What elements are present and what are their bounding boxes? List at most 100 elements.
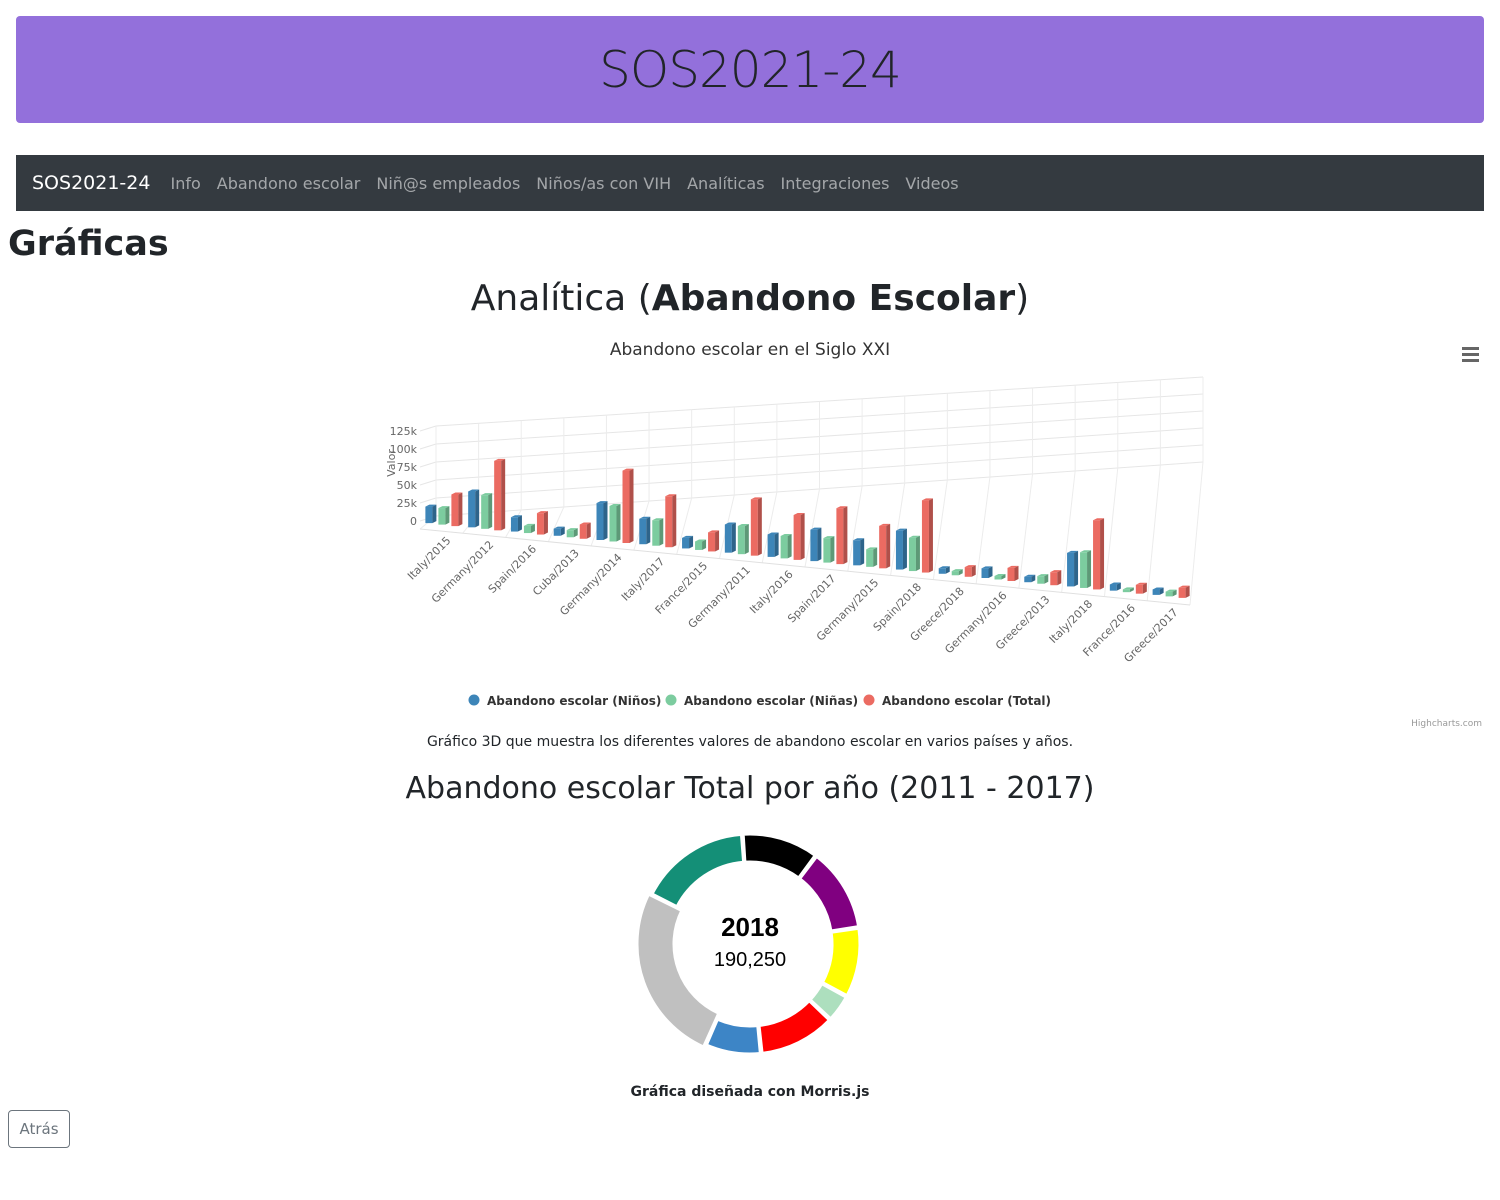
- section-title-prefix: Analítica (: [470, 278, 652, 319]
- bar-1: [1080, 550, 1092, 588]
- bar-1: [481, 493, 493, 529]
- gridline-side: [419, 497, 437, 504]
- nav-link-info[interactable]: Info: [170, 174, 200, 193]
- bar-0: [596, 501, 608, 540]
- bar-0: [810, 527, 822, 562]
- bar-1: [609, 504, 621, 542]
- bar-2: [1178, 585, 1190, 598]
- bar-0: [724, 522, 736, 553]
- donut-slice: [650, 832, 746, 909]
- bar-1: [695, 539, 707, 550]
- chart-description: Gráfico 3D que muestra los diferentes va…: [426, 734, 1074, 750]
- legend-item-1[interactable]: Abandono escolar (Niñas): [684, 694, 858, 708]
- bar-2: [793, 513, 805, 560]
- bar-1: [951, 569, 963, 576]
- bar-1: [780, 533, 792, 559]
- gridline-floor: [547, 506, 565, 542]
- banner-title: SOS2021-24: [599, 40, 902, 99]
- y-tick-label: 75k: [397, 461, 418, 474]
- bar-0: [468, 489, 480, 528]
- section-title-bold: Abandono Escolar: [651, 278, 1016, 319]
- bar-1: [994, 574, 1006, 580]
- legend-item-0[interactable]: Abandono escolar (Niños): [487, 694, 661, 708]
- y-tick-label: 25k: [397, 497, 418, 510]
- legend-marker-0: [468, 694, 480, 706]
- bar-1: [1165, 589, 1177, 597]
- gridline-side: [419, 425, 437, 432]
- legend-item-2[interactable]: Abandono escolar (Total): [882, 694, 1051, 708]
- donut-center-label: 2018: [721, 912, 779, 942]
- gridline-floor: [1103, 467, 1119, 597]
- x-tick-label: Italy/2018: [1047, 597, 1095, 645]
- highcharts-credits: Highcharts.com: [1411, 719, 1482, 729]
- bar-1: [908, 535, 920, 572]
- bar-2: [921, 498, 933, 573]
- chart-menu-icon[interactable]: [1462, 347, 1479, 362]
- bar-0: [981, 566, 993, 578]
- gridline-floor: [1146, 464, 1161, 601]
- gridline-floor: [1018, 473, 1034, 589]
- x-tick-label: Italy/2016: [747, 568, 795, 616]
- nav-link-videos[interactable]: Videos: [905, 174, 958, 193]
- bar-1: [566, 528, 578, 538]
- bar-2: [1093, 518, 1105, 590]
- bar-2: [1050, 570, 1062, 586]
- bar-1: [823, 536, 835, 563]
- bar-0: [895, 528, 907, 570]
- bar-0: [1067, 550, 1079, 587]
- bar-2: [964, 565, 976, 577]
- bar-1: [1122, 587, 1134, 593]
- navbar-brand[interactable]: SOS2021-24: [32, 172, 150, 194]
- bar-0: [767, 532, 779, 557]
- chart-title: Abandono escolar en el Siglo XXI: [610, 340, 890, 360]
- y-axis-title: Valor: [385, 449, 398, 477]
- nav-link-analiticas[interactable]: Analíticas: [687, 174, 764, 193]
- bar-1: [737, 524, 749, 555]
- gridline-side: [419, 443, 437, 450]
- y-tick-label: 125k: [390, 425, 418, 438]
- bar-0: [510, 515, 522, 532]
- gridline-side: [419, 461, 437, 468]
- donut-slice: [797, 854, 861, 933]
- bar-1: [523, 523, 535, 534]
- donut-slice: [635, 892, 721, 1049]
- bar-1: [652, 518, 664, 546]
- bar-0: [425, 504, 437, 524]
- bar-2: [750, 497, 762, 556]
- nav-link-integraciones[interactable]: Integraciones: [781, 174, 890, 193]
- bar-2: [451, 492, 463, 527]
- bar-1: [1037, 574, 1049, 584]
- back-button[interactable]: Atrás: [8, 1110, 70, 1148]
- bar-0: [639, 516, 651, 545]
- donut-center-value: 190,250: [714, 949, 786, 971]
- morris-caption: Gráfica diseñada con Morris.js: [630, 1084, 870, 1100]
- bar-2: [836, 506, 848, 565]
- bar-0: [682, 535, 694, 549]
- bar-0: [853, 538, 865, 566]
- bar-2: [536, 511, 548, 535]
- bar-2: [1007, 565, 1019, 581]
- bar-2: [665, 494, 677, 548]
- nav-link-ninos-empleados[interactable]: Niñ@s empleados: [376, 174, 520, 193]
- morris-donut-chart: 2018 190,250: [635, 832, 862, 1056]
- bar-2: [494, 458, 506, 531]
- analytics-section-title: Analítica (Abandono Escolar): [0, 278, 1500, 319]
- y-tick-label: 0: [410, 515, 417, 528]
- nav-link-abandono-escolar[interactable]: Abandono escolar: [217, 174, 361, 193]
- donut-section-title: Abandono escolar Total por año (2011 - 2…: [405, 771, 1095, 806]
- bar-0: [1109, 582, 1121, 591]
- site-banner: SOS2021-24: [16, 16, 1484, 123]
- gridline-floor: [932, 479, 948, 580]
- top-navbar: SOS2021-24 Info Abandono escolar Niñ@s e…: [16, 155, 1484, 211]
- bar-2: [622, 468, 634, 543]
- bar-0: [1152, 587, 1164, 595]
- gridline-side: [419, 479, 437, 486]
- bar-2: [708, 530, 720, 552]
- bar-0: [1024, 574, 1036, 583]
- donut-slice: [757, 998, 832, 1055]
- gridline-floor: [1189, 461, 1204, 606]
- bar-1: [438, 506, 450, 525]
- bar-0: [938, 566, 950, 574]
- nav-link-ninos-vih[interactable]: Niños/as con VIH: [536, 174, 671, 193]
- legend-marker-1: [665, 694, 677, 706]
